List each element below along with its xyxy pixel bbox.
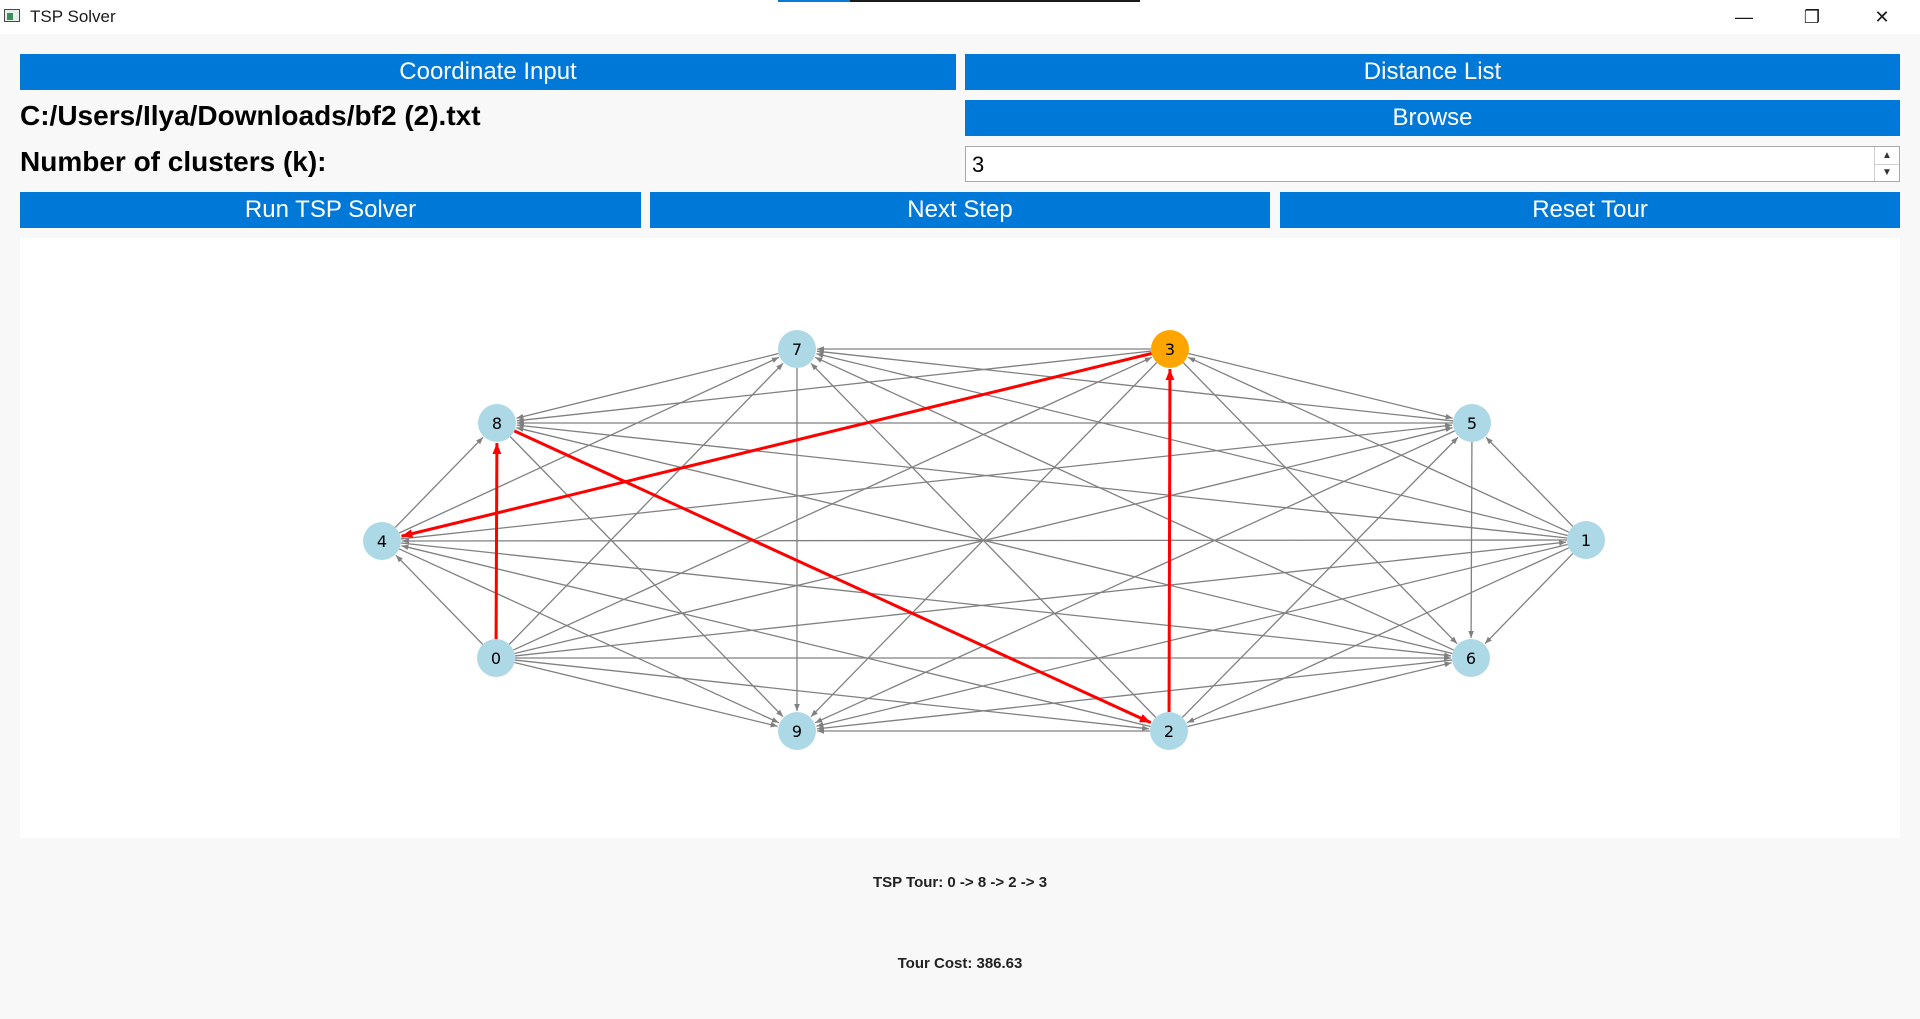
- node-label-1: 1: [1581, 531, 1591, 550]
- reset-tour-button[interactable]: Reset Tour: [1280, 192, 1900, 228]
- graph-edge-2-5: [1181, 436, 1459, 718]
- graph-node-9: 9: [778, 712, 816, 750]
- node-label-4: 4: [377, 532, 387, 551]
- spin-up-icon[interactable]: ▲: [1875, 147, 1899, 165]
- titlebar-indicator: [778, 0, 1140, 2]
- graph-edge-0-4: [395, 554, 484, 645]
- graph-edge-3-8: [516, 350, 1152, 423]
- minimize-button[interactable]: —: [1710, 0, 1778, 34]
- graph-canvas: 0 1 2 3 4 5 6 7 8 9: [20, 238, 1900, 838]
- node-label-6: 6: [1466, 649, 1476, 668]
- node-label-2: 2: [1164, 722, 1174, 741]
- run-solver-button[interactable]: Run TSP Solver: [20, 192, 641, 228]
- close-button[interactable]: ✕: [1848, 0, 1916, 34]
- graph-edge-0-7: [508, 362, 784, 645]
- graph-edge-4-5: [400, 423, 1453, 540]
- graph-edge-1-5: [1485, 436, 1574, 527]
- graph-node-6: 6: [1452, 639, 1490, 677]
- graph-edge-2-4: [401, 544, 1151, 728]
- next-step-button[interactable]: Next Step: [650, 192, 1270, 228]
- edges-layer: [394, 346, 1574, 734]
- tour-edges-layer: [401, 352, 1175, 725]
- graph-edge-3-6: [1182, 362, 1458, 645]
- graph-edge-1-3: [1187, 356, 1570, 533]
- clusters-label: Number of clusters (k):: [20, 146, 327, 177]
- node-label-8: 8: [492, 414, 502, 433]
- graph-node-0: 0: [477, 639, 515, 677]
- graph-edge-5-6: [1468, 441, 1474, 639]
- window-title: TSP Solver: [30, 7, 116, 26]
- restore-button[interactable]: ❐: [1778, 0, 1846, 34]
- graph-edge-4-6: [400, 542, 1452, 658]
- graph-node-2: 2: [1150, 712, 1188, 750]
- spinbox-arrows: ▲ ▼: [1874, 147, 1899, 181]
- graph-edge-1-9: [816, 543, 1568, 728]
- tour-cost-text: Tour Cost: 386.63: [897, 955, 1023, 972]
- graph-node-4: 4: [363, 522, 401, 560]
- graph-edge-6-9: [816, 659, 1453, 731]
- graph-edge-6-7: [814, 356, 1454, 651]
- file-path-label: C:/Users/Ilya/Downloads/bf2 (2).txt: [20, 100, 481, 131]
- graph-node-5: 5: [1453, 404, 1491, 442]
- graph-edge-1-6: [1484, 553, 1574, 645]
- node-label-0: 0: [491, 649, 501, 668]
- graph-node-3: 3: [1151, 330, 1189, 368]
- tour-text: TSP Tour: 0 -> 8 -> 2 -> 3: [872, 874, 1048, 891]
- node-label-7: 7: [792, 340, 802, 359]
- app-icon: [4, 9, 20, 22]
- graph-svg: 0 1 2 3 4 5 6 7 8 9: [363, 330, 1605, 750]
- graph-node-1: 1: [1567, 521, 1605, 559]
- tour-edge-3-4: [401, 352, 1152, 538]
- graph-node-8: 8: [478, 404, 516, 442]
- browse-button[interactable]: Browse: [965, 100, 1900, 136]
- coordinate-input-button[interactable]: Coordinate Input: [20, 54, 956, 90]
- graph-edge-1-7: [816, 352, 1568, 537]
- window-titlebar: TSP Solver — ❐ ✕: [0, 0, 1920, 34]
- node-label-3: 3: [1165, 340, 1175, 359]
- tour-edge-8-2: [513, 429, 1152, 725]
- graph-node-7: 7: [778, 330, 816, 368]
- clusters-spinbox[interactable]: 3 ▲ ▼: [965, 146, 1900, 182]
- tour-edge-0-8: [492, 442, 502, 640]
- spin-down-icon[interactable]: ▼: [1875, 164, 1899, 181]
- node-label-9: 9: [792, 722, 802, 741]
- graph-edge-1-8: [516, 423, 1568, 539]
- graph-edge-0-9: [514, 661, 778, 728]
- graph-edge-4-9: [399, 548, 780, 724]
- clusters-value: 3: [972, 152, 985, 177]
- tour-edge-2-3: [1165, 368, 1175, 713]
- node-label-5: 5: [1467, 414, 1477, 433]
- distance-list-button[interactable]: Distance List: [965, 54, 1900, 90]
